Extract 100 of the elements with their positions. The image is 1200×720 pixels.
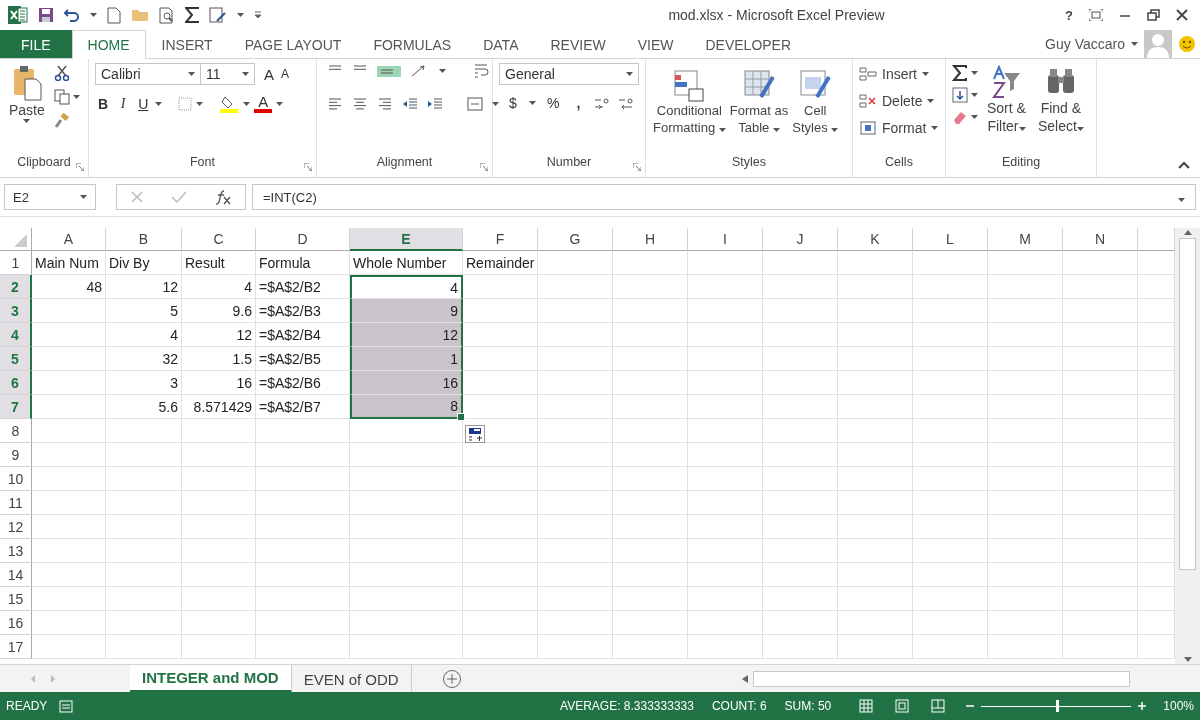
- ribbon-tab[interactable]: HOME: [71, 30, 146, 59]
- smiley-icon[interactable]: [1178, 35, 1196, 53]
- new-document-icon[interactable]: [107, 6, 121, 24]
- column-header[interactable]: D: [256, 228, 350, 251]
- caret-icon[interactable]: [23, 119, 31, 124]
- undo-icon[interactable]: [64, 8, 80, 22]
- styles-button[interactable]: Cell Styles: [791, 67, 840, 155]
- collapse-ribbon-icon[interactable]: [1178, 161, 1190, 169]
- caret-icon[interactable]: [971, 115, 978, 119]
- caret-icon[interactable]: [1131, 42, 1138, 46]
- cells-button[interactable]: Delete: [859, 88, 939, 114]
- name-box[interactable]: E2: [4, 184, 96, 210]
- decrease-decimal-icon[interactable]: [618, 96, 635, 110]
- caret-icon[interactable]: [237, 13, 244, 17]
- column-header[interactable]: N: [1063, 228, 1138, 251]
- font-color-button[interactable]: A: [254, 95, 273, 113]
- currency-button[interactable]: $: [505, 95, 521, 111]
- percent-button[interactable]: %: [544, 95, 563, 111]
- full-screen-icon[interactable]: [1089, 9, 1103, 21]
- row-header[interactable]: 5: [0, 347, 32, 371]
- caret-icon[interactable]: [90, 13, 97, 17]
- column-header[interactable]: I: [688, 228, 763, 251]
- dialog-launcher-icon[interactable]: [480, 163, 488, 171]
- form-icon[interactable]: [209, 6, 227, 24]
- styles-button[interactable]: Format as Table: [728, 67, 790, 155]
- column-header[interactable]: L: [913, 228, 988, 251]
- caret-icon[interactable]: [529, 101, 536, 105]
- row-header[interactable]: 10: [0, 467, 32, 491]
- caret-icon[interactable]: [439, 69, 446, 73]
- column-header[interactable]: C: [182, 228, 256, 251]
- caret-icon[interactable]: [276, 102, 284, 106]
- caret-icon[interactable]: [626, 72, 633, 76]
- help-button[interactable]: ?: [1065, 7, 1073, 23]
- close-icon[interactable]: [1176, 9, 1188, 21]
- row-header[interactable]: 13: [0, 539, 32, 563]
- scroll-thumb[interactable]: [753, 671, 1130, 687]
- font-style-button[interactable]: B: [95, 96, 112, 112]
- grow-font-button[interactable]: A: [261, 65, 277, 83]
- row-header[interactable]: 16: [0, 611, 32, 635]
- align-left-icon[interactable]: [327, 97, 343, 111]
- align-bottom-button[interactable]: [377, 65, 401, 77]
- editing-button[interactable]: Sort & Filter: [984, 63, 1029, 155]
- comma-style-button[interactable]: ,: [570, 95, 587, 111]
- column-header[interactable]: B: [106, 228, 182, 251]
- caret-icon[interactable]: [1018, 127, 1026, 132]
- dialog-launcher-icon[interactable]: [76, 163, 84, 171]
- sheet-tab[interactable]: INTEGER and MOD: [130, 665, 292, 693]
- row-header[interactable]: 7: [0, 395, 32, 419]
- ribbon-tab[interactable]: INSERT: [145, 30, 229, 58]
- quick-analysis-icon[interactable]: [465, 425, 485, 443]
- cut-icon[interactable]: [53, 65, 70, 81]
- caret-icon[interactable]: [242, 72, 249, 76]
- normal-view-icon[interactable]: [859, 699, 874, 713]
- caret-icon[interactable]: [971, 93, 978, 97]
- decrease-indent-icon[interactable]: [402, 97, 418, 111]
- column-header[interactable]: H: [613, 228, 688, 251]
- font-family-select[interactable]: Calibri: [95, 63, 201, 85]
- scroll-thumb[interactable]: [1179, 238, 1196, 570]
- align-center-icon[interactable]: [352, 97, 368, 111]
- caret-icon[interactable]: [922, 72, 929, 76]
- increase-decimal-icon[interactable]: [594, 96, 611, 110]
- column-header[interactable]: E: [350, 228, 463, 251]
- column-header[interactable]: K: [838, 228, 913, 251]
- align-right-icon[interactable]: [377, 97, 393, 111]
- font-style-button[interactable]: I: [115, 96, 132, 112]
- caret-icon[interactable]: [718, 127, 726, 132]
- caret-icon[interactable]: [772, 127, 780, 132]
- increase-indent-icon[interactable]: [427, 97, 443, 111]
- ribbon-tab[interactable]: DEVELOPER: [689, 30, 808, 58]
- caret-icon[interactable]: [196, 102, 204, 106]
- row-header[interactable]: 15: [0, 587, 32, 611]
- row-header[interactable]: 17: [0, 635, 32, 659]
- caret-icon[interactable]: [927, 99, 935, 103]
- format-painter-icon[interactable]: [53, 113, 70, 129]
- save-icon[interactable]: [38, 7, 54, 23]
- zoom-in-icon[interactable]: [1137, 701, 1148, 711]
- macro-record-icon[interactable]: [59, 699, 74, 713]
- caret-icon[interactable]: [72, 95, 80, 99]
- scroll-up-icon[interactable]: [1182, 228, 1193, 236]
- row-header[interactable]: 4: [0, 323, 32, 347]
- row-header[interactable]: 11: [0, 491, 32, 515]
- dialog-launcher-icon[interactable]: [633, 163, 641, 171]
- dialog-launcher-icon[interactable]: [304, 163, 312, 171]
- ribbon-tab[interactable]: FORMULAS: [357, 30, 468, 58]
- restore-icon[interactable]: [1147, 9, 1160, 21]
- row-header[interactable]: 2: [0, 275, 32, 299]
- styles-button[interactable]: Conditional Formatting: [652, 67, 727, 155]
- formula-field[interactable]: =INT(C2): [252, 184, 1196, 210]
- caret-icon[interactable]: [1178, 197, 1185, 202]
- paste-button[interactable]: Paste: [6, 63, 48, 155]
- fill-down-icon[interactable]: [952, 87, 968, 103]
- cells-button[interactable]: Format: [859, 115, 939, 141]
- caret-icon[interactable]: [492, 102, 499, 106]
- autosum-icon[interactable]: [952, 65, 968, 81]
- row-header[interactable]: 8: [0, 419, 32, 443]
- row-header[interactable]: 6: [0, 371, 32, 395]
- page-layout-icon[interactable]: [895, 699, 910, 713]
- column-header[interactable]: M: [988, 228, 1063, 251]
- print-preview-icon[interactable]: [159, 6, 175, 24]
- caret-icon[interactable]: [1076, 127, 1084, 132]
